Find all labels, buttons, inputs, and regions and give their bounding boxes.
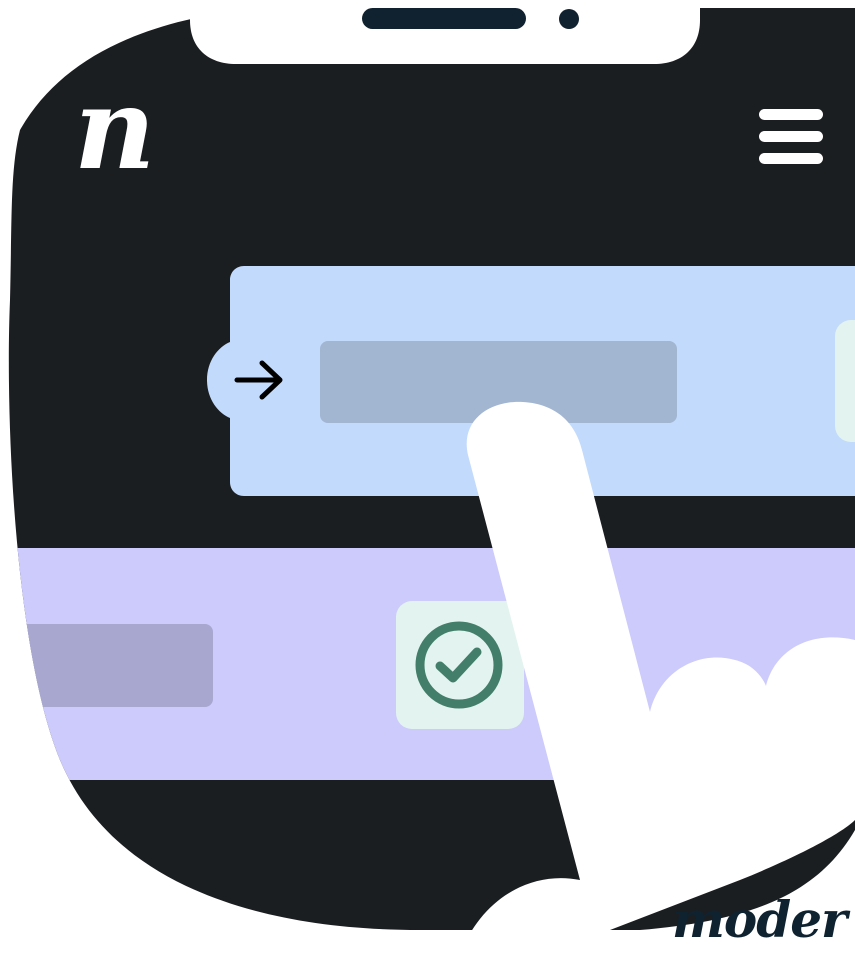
completed-task-placeholder bbox=[8, 624, 213, 707]
speaker-grille bbox=[362, 8, 526, 29]
logo-fragment: n bbox=[74, 64, 156, 195]
brand-wordmark: moder bbox=[672, 890, 847, 949]
next-card-edge bbox=[835, 320, 855, 442]
illustration: n moder bbox=[0, 0, 855, 955]
hamburger-menu-icon[interactable] bbox=[759, 109, 823, 164]
front-camera bbox=[559, 9, 579, 29]
